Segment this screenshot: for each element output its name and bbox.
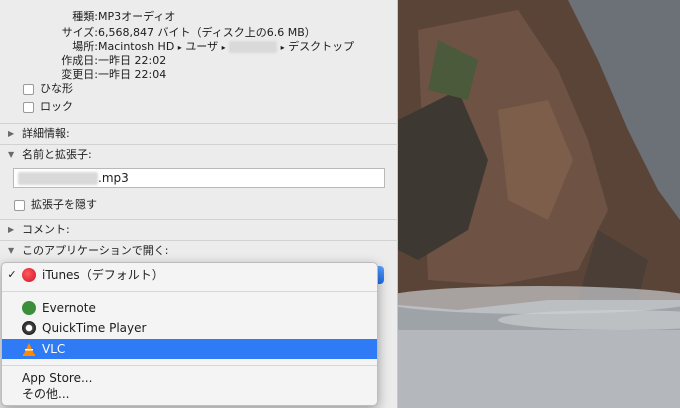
path-arrow-icon: ▸ xyxy=(221,43,226,52)
location-users: ユーザ xyxy=(185,40,219,53)
created-label: 作成日: xyxy=(61,54,98,67)
locked-label: ロック xyxy=(40,100,73,113)
location-path: Macintosh HD ▸ ユーザ ▸ ▸ デスクトップ xyxy=(98,40,354,55)
location-volume: Macintosh HD xyxy=(98,40,175,53)
kind-value: MP3オーディオ xyxy=(98,10,176,23)
stationery-option[interactable]: ひな形 xyxy=(23,81,73,97)
created-value: 一昨日 22:02 xyxy=(98,54,167,67)
filename-input[interactable]: .mp3 xyxy=(13,168,385,188)
stationery-checkbox[interactable] xyxy=(23,83,34,95)
open-with-section[interactable]: ▼ このアプリケーションで開く: xyxy=(8,243,169,259)
menu-item-vlc[interactable]: VLC xyxy=(2,339,377,359)
size-row: サイズ:6,568,847 バイト（ディスク上の6.6 MB） xyxy=(10,26,316,40)
menu-item-label: iTunes（デフォルト） xyxy=(42,268,164,282)
divider xyxy=(0,219,398,220)
menu-item-evernote[interactable]: Evernote xyxy=(2,298,377,318)
menu-item-label: QuickTime Player xyxy=(42,321,147,335)
menu-item-other[interactable]: その他... xyxy=(2,386,377,402)
disclosure-collapsed-icon[interactable]: ▶ xyxy=(8,126,18,142)
vlc-cone-icon xyxy=(22,342,36,356)
size-value: 6,568,847 バイト（ディスク上の6.6 MB） xyxy=(98,26,316,39)
menu-item-itunes[interactable]: ✓ iTunes（デフォルト） xyxy=(2,265,377,285)
divider xyxy=(0,240,398,241)
menu-separator xyxy=(2,291,377,292)
kind-label: 種類: xyxy=(72,10,98,23)
quicktime-icon xyxy=(22,321,36,335)
open-with-title: このアプリケーションで開く: xyxy=(22,244,169,257)
checkmark-icon: ✓ xyxy=(7,268,17,281)
desktop-wallpaper xyxy=(398,0,680,408)
redacted-username xyxy=(229,41,278,53)
disclosure-collapsed-icon[interactable]: ▶ xyxy=(8,222,18,238)
path-arrow-icon: ▸ xyxy=(177,43,182,52)
menu-separator xyxy=(2,365,377,366)
itunes-icon xyxy=(22,268,36,282)
divider xyxy=(0,123,398,124)
kind-row: 種類:MP3オーディオ xyxy=(10,10,175,24)
divider xyxy=(0,144,398,145)
hide-extension-checkbox[interactable] xyxy=(14,199,25,211)
disclosure-expanded-icon[interactable]: ▼ xyxy=(8,243,18,259)
location-row: 場所:Macintosh HD ▸ ユーザ ▸ ▸ デスクトップ xyxy=(10,40,354,54)
menu-item-label: Evernote xyxy=(42,301,96,315)
size-label: サイズ: xyxy=(61,26,98,39)
modified-label: 変更日: xyxy=(61,68,98,81)
locked-option[interactable]: ロック xyxy=(23,99,73,115)
comments-section[interactable]: ▶ コメント: xyxy=(8,222,70,238)
name-extension-title: 名前と拡張子: xyxy=(22,148,92,161)
modified-value: 一昨日 22:04 xyxy=(98,68,167,81)
redacted-filename xyxy=(18,172,98,185)
path-arrow-icon: ▸ xyxy=(280,43,285,52)
modified-row: 変更日:一昨日 22:04 xyxy=(10,68,166,82)
locked-checkbox[interactable] xyxy=(23,101,34,113)
stationery-label: ひな形 xyxy=(40,82,73,95)
open-with-menu: ✓ iTunes（デフォルト） Evernote QuickTime Playe… xyxy=(1,262,378,406)
menu-item-label: App Store... xyxy=(22,371,93,385)
name-extension-section[interactable]: ▼ 名前と拡張子: xyxy=(8,147,92,163)
filename-extension: .mp3 xyxy=(98,171,129,185)
evernote-icon xyxy=(22,301,36,315)
comments-title: コメント: xyxy=(22,223,70,236)
menu-item-app-store[interactable]: App Store... xyxy=(2,370,377,386)
menu-item-label: その他... xyxy=(22,387,70,401)
menu-item-quicktime[interactable]: QuickTime Player xyxy=(2,318,377,338)
disclosure-expanded-icon[interactable]: ▼ xyxy=(8,147,18,163)
location-desktop: デスクトップ xyxy=(288,40,355,53)
more-info-section[interactable]: ▶ 詳細情報: xyxy=(8,126,70,142)
more-info-title: 詳細情報: xyxy=(22,127,70,140)
hide-extension-option[interactable]: 拡張子を隠す xyxy=(14,197,97,213)
created-row: 作成日:一昨日 22:02 xyxy=(10,54,166,68)
hide-extension-label: 拡張子を隠す xyxy=(31,198,97,211)
menu-item-label: VLC xyxy=(42,342,66,356)
location-label: 場所: xyxy=(72,40,98,53)
